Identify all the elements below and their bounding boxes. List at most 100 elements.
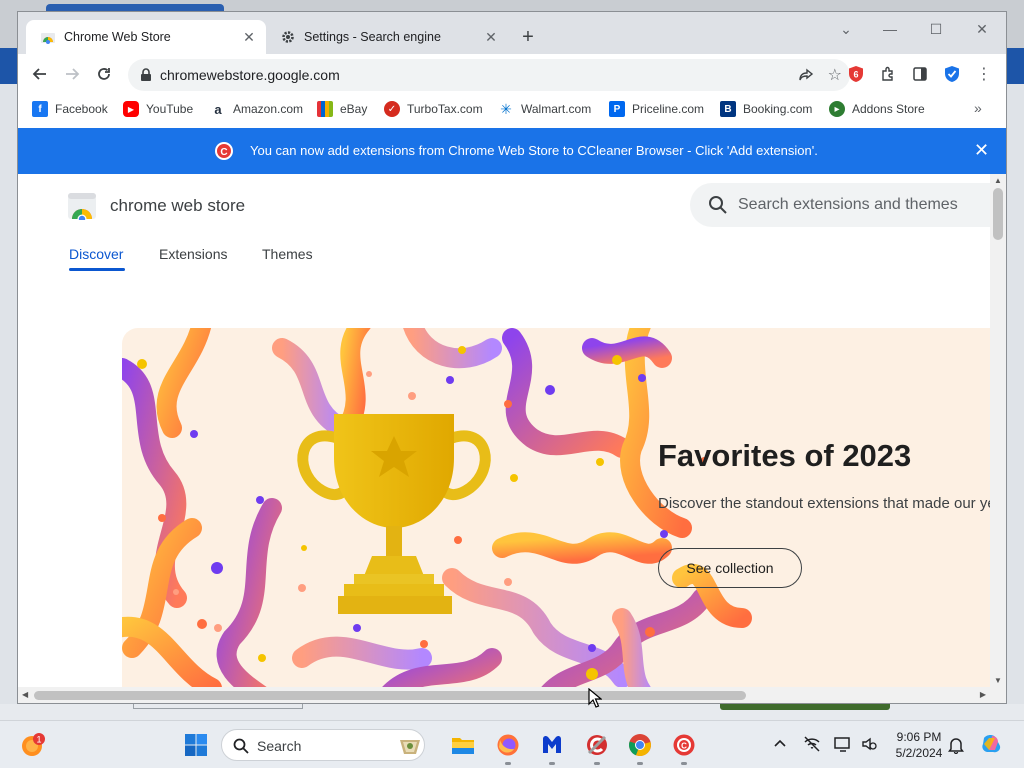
site-info-icon[interactable]: [140, 68, 152, 87]
scroll-right-icon[interactable]: ▶: [980, 690, 986, 699]
bookmark-label: Amazon.com: [233, 102, 304, 116]
bookmark-label: Priceline.com: [632, 102, 705, 116]
bookmark-star-icon[interactable]: ☆: [828, 65, 842, 85]
clock-time: 9:06 PM: [896, 730, 942, 744]
system-clock[interactable]: 9:06 PM 5/2/2024: [889, 729, 949, 761]
booking-icon: B: [720, 101, 736, 117]
info-bar-message: You can now add extensions from Chrome W…: [250, 143, 818, 158]
display-icon[interactable]: [834, 736, 852, 755]
tab-settings[interactable]: Settings - Search engine ✕: [266, 20, 508, 54]
tab-title: Settings - Search engine: [304, 30, 441, 44]
ccleaner-logo-icon: C: [214, 141, 234, 166]
running-indicator: [681, 762, 687, 765]
bookmark-addons-store[interactable]: ▸ Addons Store: [829, 100, 925, 118]
copilot-icon[interactable]: [980, 732, 1004, 759]
bookmark-label: eBay: [340, 102, 368, 116]
windows-taskbar: 1 Search C 9:06 PM 5/2/2024: [0, 720, 1024, 768]
close-tab-icon[interactable]: ✕: [482, 28, 500, 46]
see-collection-button[interactable]: See collection: [658, 548, 802, 588]
close-tab-icon[interactable]: ✕: [240, 28, 258, 46]
bookmark-walmart[interactable]: ✳ Walmart.com: [498, 100, 591, 118]
extensions-puzzle-icon[interactable]: [876, 62, 900, 86]
scroll-up-icon[interactable]: ▲: [994, 176, 1002, 185]
banner-description: Discover the standout extensions that ma…: [658, 495, 992, 512]
banner-title: Favorites of 2023: [658, 438, 912, 473]
svg-text:C: C: [220, 147, 227, 158]
bookmark-priceline[interactable]: P Priceline.com: [609, 100, 704, 118]
more-bookmarks-button[interactable]: »: [974, 100, 982, 116]
bookmark-label: Addons Store: [852, 102, 925, 116]
bookmark-booking[interactable]: B Booking.com: [720, 100, 812, 118]
running-indicator: [505, 762, 511, 765]
running-indicator: [549, 762, 555, 765]
notification-bell-icon[interactable]: [948, 736, 964, 757]
bookmark-amazon[interactable]: a Amazon.com: [210, 100, 303, 118]
nav-tab-themes[interactable]: Themes: [262, 246, 313, 262]
tab-title: Chrome Web Store: [64, 30, 171, 44]
ccleaner-icon[interactable]: [584, 732, 610, 758]
scroll-down-icon[interactable]: ▼: [994, 676, 1002, 685]
security-shield-icon[interactable]: [940, 62, 964, 86]
adblock-extension-icon[interactable]: 6: [844, 62, 868, 86]
nav-tab-extensions[interactable]: Extensions: [159, 246, 227, 262]
gear-icon: [280, 29, 296, 45]
horizontal-scroll-thumb[interactable]: [34, 691, 746, 700]
tab-search-icon[interactable]: ⌄: [826, 16, 866, 42]
malwarebytes-icon[interactable]: [539, 732, 565, 758]
menu-icon[interactable]: ⋮: [972, 62, 996, 86]
bookmarks-bar: f Facebook ▶ YouTube a Amazon.com eBay ✓…: [18, 94, 1006, 124]
chrome-web-store-icon: [40, 29, 56, 45]
mouse-cursor-icon: [588, 687, 603, 713]
bookmark-facebook[interactable]: f Facebook: [32, 100, 108, 118]
featured-banner[interactable]: Favorites of 2023 Discover the standout …: [122, 328, 992, 703]
taskbar-search-box[interactable]: Search: [221, 729, 425, 761]
tab-chrome-web-store[interactable]: Chrome Web Store ✕: [26, 20, 266, 54]
file-explorer-icon[interactable]: [450, 732, 476, 758]
background-box: [133, 704, 303, 709]
firefox-icon[interactable]: [495, 732, 521, 758]
vertical-scroll-thumb[interactable]: [993, 188, 1003, 240]
url-text: chromewebstore.google.com: [160, 67, 340, 83]
reload-button[interactable]: [92, 62, 116, 86]
confetti-trophy-illustration: [122, 328, 752, 703]
background-app-bottom: [0, 704, 1024, 720]
running-indicator: [594, 762, 600, 765]
volume-muted-icon[interactable]: [861, 736, 877, 755]
chrome-web-store-logo-icon[interactable]: [67, 192, 97, 225]
address-bar[interactable]: chromewebstore.google.com ☆: [128, 59, 850, 91]
notification-count: 1: [36, 735, 41, 745]
facebook-icon: f: [32, 101, 48, 117]
maximize-button[interactable]: ☐: [916, 16, 956, 42]
start-button[interactable]: [183, 732, 209, 758]
show-hidden-icons-chevron-icon[interactable]: [773, 736, 787, 751]
side-panel-icon[interactable]: [908, 62, 932, 86]
new-tab-button[interactable]: +: [515, 24, 541, 50]
page-content: chrome web store Search extensions and t…: [18, 174, 1006, 703]
share-icon[interactable]: [798, 67, 814, 88]
addons-store-icon: ▸: [829, 101, 845, 117]
close-info-bar-icon[interactable]: ✕: [974, 140, 989, 161]
nav-tab-discover[interactable]: Discover: [69, 246, 123, 262]
youtube-icon: ▶: [123, 101, 139, 117]
minimize-button[interactable]: —: [870, 16, 910, 42]
bookmark-turbotax[interactable]: ✓ TurboTax.com: [384, 100, 483, 118]
bookmark-ebay[interactable]: eBay: [317, 100, 367, 118]
turbotax-icon: ✓: [384, 101, 400, 117]
store-search-input[interactable]: Search extensions and themes: [690, 183, 990, 227]
clock-date: 5/2/2024: [895, 746, 943, 760]
horizontal-scrollbar[interactable]: ◀ ▶: [18, 687, 1006, 703]
search-highlight-icon: [398, 736, 422, 761]
forward-button[interactable]: [60, 62, 84, 86]
bookmark-label: Facebook: [55, 102, 108, 116]
close-window-button[interactable]: ✕: [962, 16, 1002, 42]
ccleaner-browser-icon[interactable]: C: [671, 732, 697, 758]
bookmark-label: YouTube: [146, 102, 194, 116]
bookmark-youtube[interactable]: ▶ YouTube: [123, 100, 193, 118]
back-button[interactable]: [28, 62, 52, 86]
scroll-left-icon[interactable]: ◀: [22, 690, 28, 699]
widgets-icon[interactable]: 1: [20, 732, 46, 758]
network-off-icon[interactable]: [803, 736, 821, 755]
vertical-scrollbar[interactable]: ▲ ▼: [990, 174, 1006, 687]
store-name[interactable]: chrome web store: [110, 196, 245, 216]
chrome-icon[interactable]: [627, 732, 653, 758]
